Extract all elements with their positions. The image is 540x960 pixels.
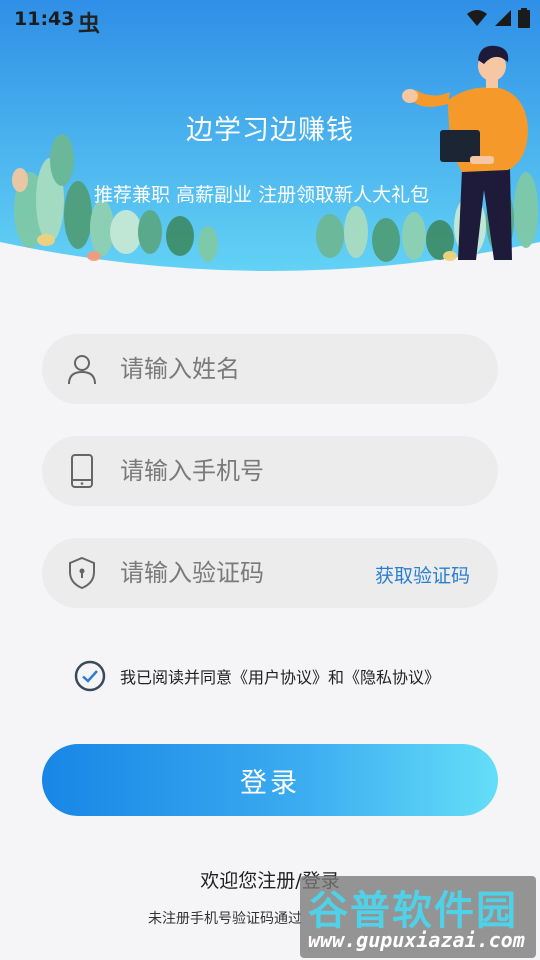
hero-header: 11:43 虫 边学习边赚钱 推荐兼职 高薪副业 注册领取新人大礼包 [0,0,540,275]
signal-icon [495,10,511,26]
get-code-button[interactable]: 获取验证码 [375,561,470,588]
battery-icon [518,8,530,28]
watermark-url: www.gupuxiazai.com [308,928,525,952]
login-button[interactable]: 登录 [42,744,498,816]
notification-app-icon: 虫 [78,12,101,37]
agreement-text[interactable]: 我已阅读并同意《用户协议》和《隐私协议》 [120,664,440,688]
hero-title: 边学习边赚钱 [186,115,354,146]
wifi-icon [467,10,487,26]
phone-input[interactable] [120,436,400,506]
notice-text: 未注册手机号验证码通过 [148,911,302,927]
verification-code-field[interactable]: 获取验证码 [42,538,498,608]
agreement-checkbox[interactable] [74,660,106,692]
name-input[interactable] [120,334,400,404]
shield-icon [69,556,95,590]
hero-subtitle: 推荐兼职 高薪副业 注册领取新人大礼包 [94,184,430,206]
agreement-row: 我已阅读并同意《用户协议》和《隐私协议》 [74,660,440,692]
phone-field[interactable] [42,436,498,506]
phone-icon [71,454,93,488]
name-field[interactable] [42,334,498,404]
verification-code-input[interactable] [120,538,350,608]
status-bar: 11:43 虫 [0,0,540,38]
user-icon [68,355,96,385]
status-icons [466,8,530,28]
watermark: 谷普软件园 www.gupuxiazai.com [300,876,536,958]
status-time: 11:43 [14,8,75,30]
